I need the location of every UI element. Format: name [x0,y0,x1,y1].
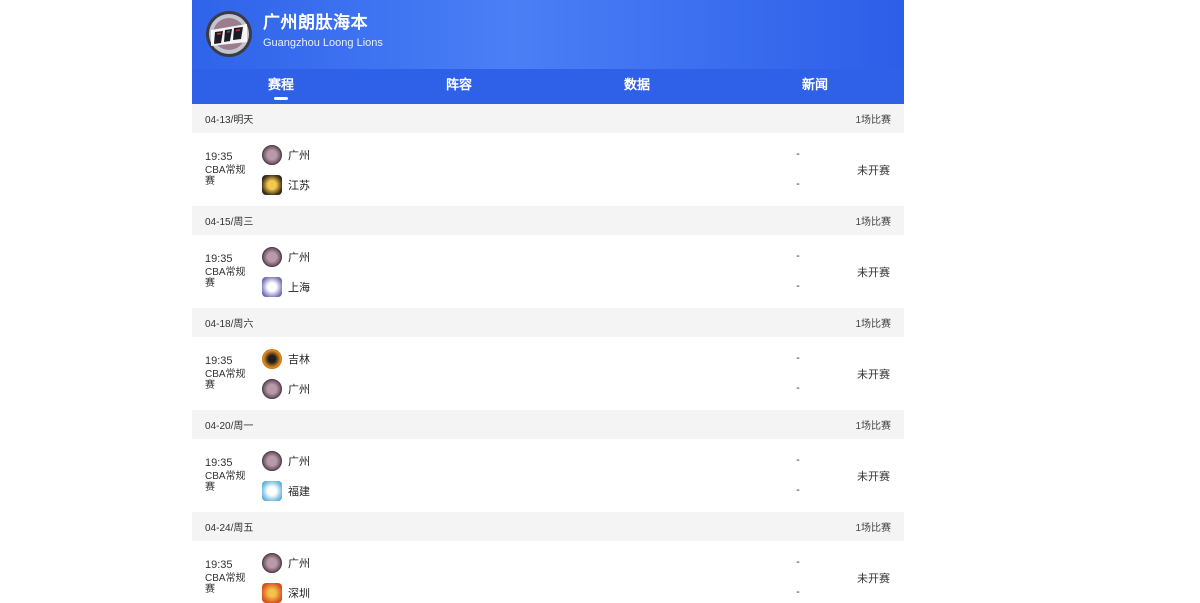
day-date: 04-20/周一 [205,421,254,432]
home-team: 吉林 [262,349,310,369]
home-score: - [796,454,800,466]
home-score: - [796,352,800,364]
day-game-count: 1场比赛 [855,115,891,126]
home-team-name: 广州 [288,558,310,570]
tab-news[interactable]: 新闻 [726,69,904,104]
loong-lions-logo-icon [206,11,252,57]
game-status: 未开赛 [857,471,890,483]
home-team-name: 广州 [288,456,310,468]
guangzhou-logo-icon [262,379,282,399]
home-team: 广州 [262,553,310,573]
day-date: 04-18/周六 [205,319,254,330]
fujian-logo-icon [262,481,282,501]
away-score: - [796,586,800,598]
home-team-name: 吉林 [288,354,310,366]
away-score: - [796,382,800,394]
game-row[interactable]: 19:35 CBA常规赛 广州 江苏 - - 未开赛 [192,133,904,206]
away-team-name: 深圳 [288,588,310,600]
shenzhen-logo-icon [262,583,282,603]
game-status: 未开赛 [857,165,890,177]
away-team: 上海 [262,277,310,297]
game-row[interactable]: 19:35 CBA常规赛 广州 深圳 - - 未开赛 [192,541,904,603]
away-team: 深圳 [262,583,310,603]
day-date: 04-24/周五 [205,523,254,534]
away-team: 广州 [262,379,310,399]
tab-bar: 赛程 阵容 数据 新闻 [192,69,904,104]
home-team: 广州 [262,145,310,165]
guangzhou-logo-icon [262,145,282,165]
jilin-logo-icon [262,349,282,369]
away-score: - [796,280,800,292]
game-time: 19:35 [205,457,233,469]
game-time: 19:35 [205,151,233,163]
away-team-name: 上海 [288,282,310,294]
away-team-name: 广州 [288,384,310,396]
team-name: 广州朗肽海本 [263,13,368,32]
day-date: 04-13/明天 [205,115,254,126]
day-header: 04-13/明天 1场比赛 [192,104,904,133]
tab-roster[interactable]: 阵容 [370,69,548,104]
home-score: - [796,556,800,568]
away-score: - [796,178,800,190]
jiangsu-logo-icon [262,175,282,195]
game-status: 未开赛 [857,369,890,381]
day-game-count: 1场比赛 [855,421,891,432]
game-row[interactable]: 19:35 CBA常规赛 广州 上海 - - 未开赛 [192,235,904,308]
guangzhou-logo-icon [262,451,282,471]
game-time: 19:35 [205,253,233,265]
team-header: 广州朗肽海本 Guangzhou Loong Lions [192,0,904,69]
day-game-count: 1场比赛 [855,319,891,330]
day-game-count: 1场比赛 [855,217,891,228]
tab-stats[interactable]: 数据 [548,69,726,104]
home-team-name: 广州 [288,150,310,162]
tab-schedule[interactable]: 赛程 [192,69,370,104]
home-team-name: 广州 [288,252,310,264]
schedule-app: 广州朗肽海本 Guangzhou Loong Lions 赛程 阵容 数据 新闻… [192,0,904,603]
game-row[interactable]: 19:35 CBA常规赛 吉林 广州 - - 未开赛 [192,337,904,410]
day-header: 04-15/周三 1场比赛 [192,206,904,235]
day-date: 04-15/周三 [205,217,254,228]
away-score: - [796,484,800,496]
game-league: CBA常规赛 [205,573,246,595]
day-game-count: 1场比赛 [855,523,891,534]
day-header: 04-20/周一 1场比赛 [192,410,904,439]
away-team: 江苏 [262,175,310,195]
game-league: CBA常规赛 [205,369,246,391]
shanghai-logo-icon [262,277,282,297]
guangzhou-logo-icon [262,247,282,267]
game-league: CBA常规赛 [205,471,246,493]
away-team-name: 福建 [288,486,310,498]
game-status: 未开赛 [857,267,890,279]
home-team: 广州 [262,247,310,267]
day-header: 04-18/周六 1场比赛 [192,308,904,337]
home-score: - [796,250,800,262]
game-time: 19:35 [205,559,233,571]
game-league: CBA常规赛 [205,267,246,289]
guangzhou-logo-icon [262,553,282,573]
team-name-english: Guangzhou Loong Lions [263,37,383,49]
home-score: - [796,148,800,160]
day-header: 04-24/周五 1场比赛 [192,512,904,541]
game-row[interactable]: 19:35 CBA常规赛 广州 福建 - - 未开赛 [192,439,904,512]
away-team: 福建 [262,481,310,501]
game-status: 未开赛 [857,573,890,585]
away-team-name: 江苏 [288,180,310,192]
home-team: 广州 [262,451,310,471]
game-league: CBA常规赛 [205,165,246,187]
game-time: 19:35 [205,355,233,367]
